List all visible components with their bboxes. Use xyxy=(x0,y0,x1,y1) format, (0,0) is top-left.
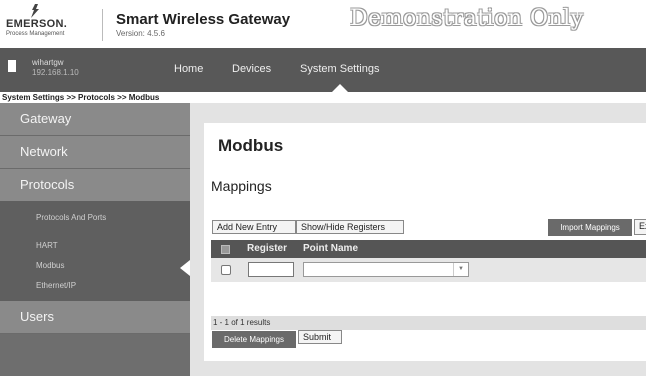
app-version: Version: 4.5.6 xyxy=(116,29,165,38)
sidebar-subitem-ethernet-ip[interactable]: Ethernet/IP xyxy=(36,281,76,290)
sidebar: Gateway Network Protocols Protocols And … xyxy=(0,103,190,376)
register-input[interactable] xyxy=(248,262,294,277)
active-sidebar-caret-icon xyxy=(180,260,190,276)
nav-home[interactable]: Home xyxy=(174,63,203,75)
sidebar-item-protocols[interactable]: Protocols xyxy=(0,169,190,202)
protocols-submenu: Protocols And Ports HART Modbus Ethernet… xyxy=(0,201,190,301)
column-header-register: Register xyxy=(247,243,288,254)
brand-name: EMERSON. xyxy=(6,18,68,30)
delete-mappings-button[interactable]: Delete Mappings xyxy=(212,331,296,348)
nav-devices[interactable]: Devices xyxy=(232,63,271,75)
sidebar-item-network[interactable]: Network xyxy=(0,136,190,169)
device-name: wihartgw xyxy=(32,58,64,67)
sidebar-item-label: Protocols xyxy=(20,177,75,192)
top-nav: wihartgw 192.168.1.10 Home Devices Syste… xyxy=(0,48,646,92)
sidebar-item-label: Network xyxy=(20,144,68,159)
sidebar-subitem-protocols-and-ports[interactable]: Protocols And Ports xyxy=(36,213,106,222)
add-new-entry-button[interactable]: Add New Entry xyxy=(212,220,296,234)
sidebar-item-label: Gateway xyxy=(20,111,72,126)
results-count: 1 - 1 of 1 results xyxy=(211,316,646,330)
table-row: ▼ xyxy=(211,258,646,282)
sidebar-item-users[interactable]: Users xyxy=(0,301,190,334)
point-name-select[interactable]: ▼ xyxy=(303,262,469,277)
header-divider xyxy=(102,9,103,41)
show-hide-registers-button[interactable]: Show/Hide Registers xyxy=(296,220,404,234)
section-title: Mappings xyxy=(211,178,272,194)
table-header: Register Point Name xyxy=(211,240,646,258)
emerson-logo-mark-icon xyxy=(31,4,39,18)
row-checkbox[interactable] xyxy=(221,265,231,275)
device-ip: 192.168.1.10 xyxy=(32,68,79,77)
active-nav-caret-icon xyxy=(332,84,348,92)
import-mappings-button[interactable]: Import Mappings xyxy=(548,219,632,236)
nav-system-settings[interactable]: System Settings xyxy=(300,63,379,75)
sidebar-item-gateway[interactable]: Gateway xyxy=(0,103,190,136)
column-header-point-name: Point Name xyxy=(303,243,359,254)
demo-watermark: Demonstration Only xyxy=(350,6,584,31)
modbus-card: Modbus Mappings Add New Entry Show/Hide … xyxy=(204,123,646,361)
device-icon xyxy=(8,60,16,72)
submit-button[interactable]: Submit xyxy=(298,330,342,344)
chevron-down-icon: ▼ xyxy=(453,263,468,276)
device-info: wihartgw 192.168.1.10 xyxy=(0,48,190,92)
export-button[interactable]: Ex xyxy=(634,219,646,235)
sidebar-item-label: Users xyxy=(20,309,54,324)
emerson-logo: EMERSON. Process Management xyxy=(6,4,96,44)
brand-tagline: Process Management xyxy=(6,31,65,37)
select-all-checkbox[interactable] xyxy=(221,245,230,254)
app-title: Smart Wireless Gateway xyxy=(116,11,291,28)
sidebar-subitem-modbus[interactable]: Modbus xyxy=(36,261,64,270)
page-title: Modbus xyxy=(218,136,284,155)
breadcrumb: System Settings >> Protocols >> Modbus xyxy=(2,93,160,102)
sidebar-subitem-hart[interactable]: HART xyxy=(36,241,58,250)
app-header: EMERSON. Process Management Smart Wirele… xyxy=(0,0,646,48)
main-panel: Modbus Mappings Add New Entry Show/Hide … xyxy=(190,103,646,376)
